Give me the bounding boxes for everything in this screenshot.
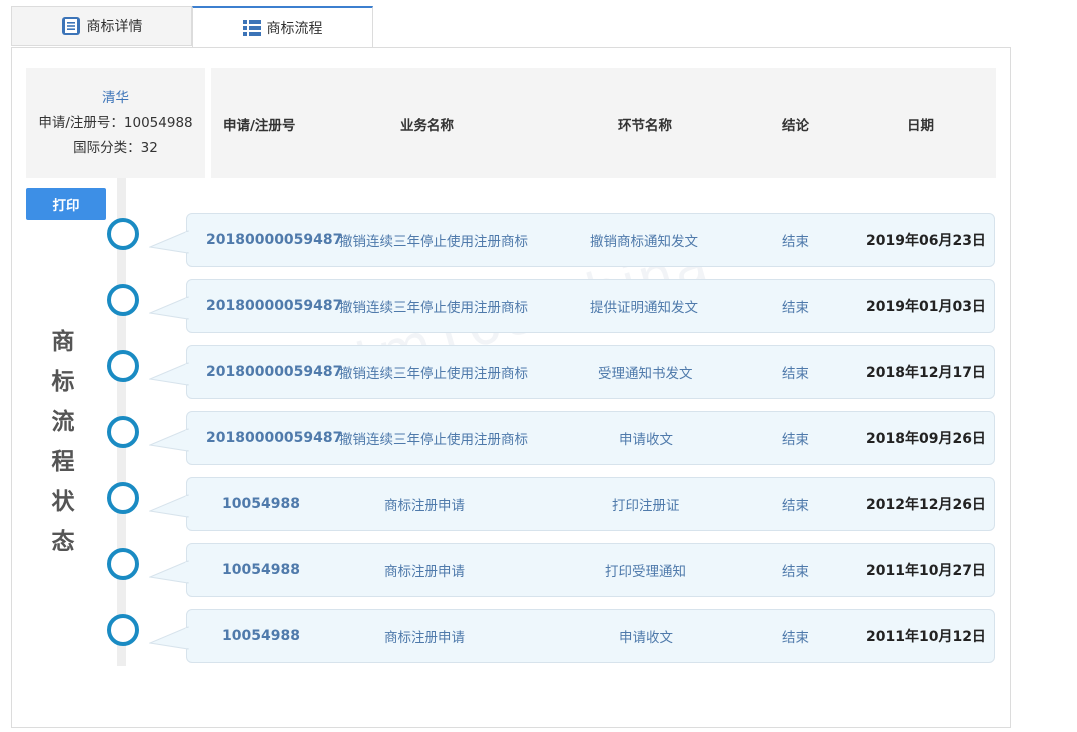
table-row: 20180000059487 撤销连续三年停止使用注册商标 提供证明通知发文 结…: [149, 279, 995, 333]
header-business: 业务名称: [400, 118, 454, 134]
row-step: 撤销商标通知发文: [590, 234, 698, 250]
registration-number: 申请/注册号：10054988: [38, 115, 193, 131]
trademark-info: 清华 申请/注册号：10054988 国际分类：32: [26, 68, 205, 178]
timeline-node: [107, 614, 139, 646]
table-row: 20180000059487 撤销连续三年停止使用注册商标 申请收文 结束 20…: [149, 411, 995, 465]
tab-trademark-details[interactable]: 商标详情: [11, 6, 192, 46]
row-date: 2011年10月27日: [866, 563, 986, 579]
table-header: 申请/注册号 业务名称 环节名称 结论 日期: [211, 68, 996, 178]
timeline-node: [107, 284, 139, 316]
table-row: 20180000059487 撤销连续三年停止使用注册商标 撤销商标通知发文 结…: [149, 213, 995, 267]
row-date: 2012年12月26日: [866, 497, 986, 513]
list-icon: [242, 19, 261, 36]
row-date: 2011年10月12日: [866, 629, 986, 645]
international-class: 国际分类：32: [73, 140, 158, 156]
speech-tail-icon: [149, 230, 189, 254]
row-number: 20180000059487: [206, 364, 343, 380]
row-result: 结束: [782, 300, 809, 316]
row-step: 提供证明通知发文: [590, 300, 698, 316]
timeline-node: [107, 218, 139, 250]
row-result: 结束: [782, 432, 809, 448]
row-business: 撤销连续三年停止使用注册商标: [339, 300, 528, 316]
table-row: 10054988 商标注册申请 打印受理通知 结束 2011年10月27日: [149, 543, 995, 597]
row-result: 结束: [782, 498, 809, 514]
vertical-title-char: 流: [51, 409, 75, 435]
row-business: 商标注册申请: [384, 498, 465, 514]
row-business: 商标注册申请: [384, 630, 465, 646]
timeline-node: [107, 350, 139, 382]
table-row: 20180000059487 撤销连续三年停止使用注册商标 受理通知书发文 结束…: [149, 345, 995, 399]
row-result: 结束: [782, 234, 809, 250]
row-step: 申请收文: [619, 432, 673, 448]
vertical-title-char: 商: [51, 329, 75, 355]
speech-tail-icon: [149, 626, 189, 650]
row-business: 撤销连续三年停止使用注册商标: [339, 234, 528, 250]
row-business: 撤销连续三年停止使用注册商标: [339, 366, 528, 382]
row-step: 打印注册证: [612, 498, 680, 514]
document-list-icon: [61, 16, 81, 36]
row-date: 2019年01月03日: [866, 299, 986, 315]
row-number: 10054988: [222, 628, 300, 644]
speech-tail-icon: [149, 296, 189, 320]
timeline-node: [107, 482, 139, 514]
speech-tail-icon: [149, 362, 189, 386]
row-step: 申请收文: [619, 630, 673, 646]
row-number: 20180000059487: [206, 430, 343, 446]
vertical-title-char: 程: [51, 449, 75, 475]
header-date: 日期: [907, 118, 934, 134]
table-row: 10054988 商标注册申请 打印注册证 结束 2012年12月26日: [149, 477, 995, 531]
speech-tail-icon: [149, 494, 189, 518]
vertical-title: 商 标 流 程 状 态: [48, 322, 78, 562]
row-date: 2018年12月17日: [866, 365, 986, 381]
row-result: 结束: [782, 564, 809, 580]
row-result: 结束: [782, 630, 809, 646]
row-number: 10054988: [222, 496, 300, 512]
tab-bar: 商标详情 商标流程: [11, 6, 373, 48]
row-business: 撤销连续三年停止使用注册商标: [339, 432, 528, 448]
print-button[interactable]: 打印: [26, 188, 106, 220]
vertical-title-char: 态: [51, 529, 75, 555]
row-number: 10054988: [222, 562, 300, 578]
tab-label: 商标流程: [266, 20, 323, 37]
row-step: 打印受理通知: [605, 564, 686, 580]
table-row: 10054988 商标注册申请 申请收文 结束 2011年10月12日: [149, 609, 995, 663]
row-number: 20180000059487: [206, 298, 343, 314]
row-business: 商标注册申请: [384, 564, 465, 580]
timeline-node: [107, 416, 139, 448]
tab-label: 商标详情: [86, 19, 143, 35]
header-number: 申请/注册号: [223, 118, 296, 134]
speech-tail-icon: [149, 428, 189, 452]
row-date: 2019年06月23日: [866, 233, 986, 249]
tab-trademark-process[interactable]: 商标流程: [192, 6, 373, 48]
row-result: 结束: [782, 366, 809, 382]
vertical-title-char: 标: [51, 369, 75, 395]
header-result: 结论: [782, 118, 809, 134]
trademark-name: 清华: [102, 90, 129, 106]
timeline-node: [107, 548, 139, 580]
row-step: 受理通知书发文: [598, 366, 693, 382]
speech-tail-icon: [149, 560, 189, 584]
vertical-title-char: 状: [51, 489, 75, 515]
row-number: 20180000059487: [206, 232, 343, 248]
header-step: 环节名称: [618, 118, 672, 134]
row-date: 2018年09月26日: [866, 431, 986, 447]
